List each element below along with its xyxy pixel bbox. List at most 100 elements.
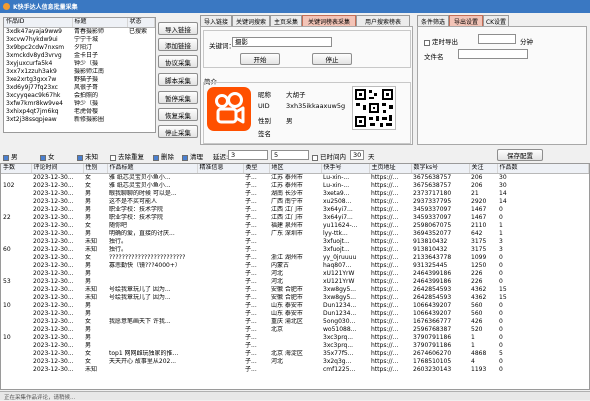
table-row[interactable]: 2023-12-30... 男 明确的爱，直接的讨厌... 子... 广东 深圳市 lyy… [1, 230, 589, 238]
table-row[interactable]: 2023-12-30... 未知 独行。 子... 3xfuojt... https://… [1, 238, 589, 246]
days-input[interactable]: 30 [350, 150, 364, 160]
dedupe-checkbox[interactable]: 去除重复 [110, 151, 144, 161]
count-input[interactable]: 5 [271, 150, 309, 160]
clear-checkbox[interactable]: 清理 [182, 151, 203, 161]
dedupe-box[interactable] [110, 154, 116, 161]
column-header[interactable]: 快手号 [321, 164, 370, 174]
delete-checkbox[interactable]: 删除 [153, 151, 174, 161]
table-row[interactable]: 2023-12-30... 男 眼我聊聊的时候 可以是... 子... 湖南 长沙市 3x… [1, 190, 589, 198]
left-col-title[interactable]: 标题 [72, 18, 128, 28]
column-header[interactable]: 作品数 [497, 164, 589, 174]
female-box[interactable] [40, 154, 46, 161]
table-row[interactable]: 102 2023-12-30... 女 雅 纸芯灵宝贝小鱼小... 子... 江苏 泰州市… [1, 182, 589, 190]
table-row[interactable]: 10 2023-12-30... 男 子... 山东 泰安市 Dun1234... http… [1, 302, 589, 310]
table-row[interactable]: 2023-12-30... 未知 号绘我章玩儿了 因为... 子... 安徽 合肥市 3x… [1, 294, 589, 302]
table-row[interactable]: 2023-12-30... 男 子... 北京 wo51088... https://..… [1, 326, 589, 334]
save-config-button[interactable]: 保存配置 [497, 149, 543, 161]
protocol-collect-button[interactable]: 协议采集 [158, 55, 198, 68]
delay-input[interactable]: 3 [228, 150, 268, 160]
column-header[interactable]: 地区 [269, 164, 322, 174]
results-table[interactable]: 手数 评论时间 性别 作品标题 精准信息 类型 地区 快手号 主页地址 数字ks号 关注 作品数 20… [0, 163, 590, 390]
unknown-box[interactable] [77, 154, 83, 161]
table-row[interactable]: 2023-12-30... 男 这不是不买可能人 子... 广西 南宁市 xu2508..… [1, 198, 589, 206]
left-table-row[interactable]: 3x9bpc2cdw7nxsm 夕阳汀 [4, 44, 155, 52]
delete-box[interactable] [153, 154, 159, 161]
stop-collect-button[interactable]: 停止采集 [158, 125, 198, 138]
column-header[interactable]: 性别 [83, 164, 108, 174]
table-cell [197, 342, 243, 350]
tab-export-settings[interactable]: 导出设置 [449, 15, 483, 26]
table-row[interactable]: 2023-12-30... 未知 号绘我章玩儿了 因为... 子... 安徽 合肥市 3x… [1, 286, 589, 294]
table-row[interactable]: 2023-12-30... 未知 子... cmf1225... https://...… [1, 366, 589, 374]
column-header[interactable]: 主页地址 [369, 164, 412, 174]
stop-button[interactable]: 停止 [312, 53, 352, 65]
add-link-button[interactable]: 添加链接 [158, 38, 198, 51]
table-cell [107, 366, 197, 374]
column-header[interactable]: 精准信息 [197, 164, 244, 174]
table-cell: 福建 泉州市 [271, 221, 303, 229]
table-row[interactable]: 2023-12-30... 女 top1 网网雌玩独家的推... 子... 北京 海淀区… [1, 350, 589, 358]
column-header[interactable]: 手数 [1, 164, 32, 174]
tab-homepage-collect[interactable]: 主页采集 [270, 15, 302, 26]
unknown-checkbox[interactable]: 未知 [77, 151, 98, 161]
left-table-row[interactable]: 3xdk47ayaja9ww9 青春摄影师 已搜索 [4, 27, 155, 36]
table-row[interactable]: 2023-12-30... 女 天天开心 故事里从202... 子... 河北 3x2q3… [1, 358, 589, 366]
table-row[interactable]: 2023-12-30... 女 雅 纸芯灵宝贝小鱼小... 子... 江苏 泰州市 Lu-… [1, 173, 589, 182]
days-checkbox[interactable]: 已时间内 [312, 151, 346, 161]
script-collect-button[interactable]: 脚本采集 [158, 73, 198, 86]
table-row[interactable]: 2023-12-30... 女 随你吧 子... 福建 泉州市 yu11624-... ht… [1, 222, 589, 230]
timed-export-box[interactable] [424, 39, 430, 46]
table-row[interactable]: 53 2023-12-30... 男 子... 河北 xU121YrW https://..… [1, 278, 589, 286]
male-box[interactable] [3, 154, 9, 161]
tab-import-link[interactable]: 导入链接 [200, 15, 232, 26]
pause-collect-button[interactable]: 暂停采集 [158, 91, 198, 104]
left-table-row[interactable]: 3xyjuxcurfa5k4 钟少（摄 [4, 60, 155, 68]
column-header[interactable]: 关注 [469, 164, 498, 174]
column-header[interactable]: 数字ks号 [411, 164, 470, 174]
start-button[interactable]: 开始 [240, 53, 280, 65]
tab-ck-settings[interactable]: CK设置 [483, 15, 509, 26]
female-checkbox[interactable]: 女 [40, 151, 55, 161]
left-table-row[interactable]: 3xhixp4qt7jm6kq 老虎骨樱 [4, 108, 155, 116]
male-checkbox[interactable]: 男 [3, 151, 18, 161]
days-box[interactable] [312, 154, 318, 161]
resume-collect-button[interactable]: 恢复采集 [158, 108, 198, 121]
left-table-row[interactable]: 3xd6y9j77fq23xc 风很子哥 [4, 84, 155, 92]
left-table-row[interactable]: 3xcyyqeac9k67hk 会拍照的 [4, 92, 155, 100]
column-header[interactable]: 作品标题 [107, 164, 198, 174]
filename-input[interactable] [458, 49, 528, 59]
table-row[interactable]: 2023-12-30... 男 子... 山东 泰安市 Dun1234... https:… [1, 310, 589, 318]
column-header[interactable]: 评论时间 [31, 164, 84, 174]
keyword-input[interactable]: 摄影 [232, 37, 332, 47]
column-header[interactable]: 类型 [243, 164, 270, 174]
table-row[interactable]: 2023-12-30... 男 寡悲勤快（镜???4000+） 子... 内蒙古 haq8… [1, 262, 589, 270]
left-col-status[interactable]: 状态 [127, 18, 155, 28]
left-table[interactable]: 作品ID 标题 状态 3xdk47ayaja9ww9 青春摄影师 已搜索 3xcvw7… [3, 17, 156, 133]
table-row[interactable]: 2023-12-30... 男 子... 3xc3prq... https://... 3… [1, 342, 589, 350]
tab-user-search-list[interactable]: 用户搜索榜表 [356, 15, 410, 26]
left-table-row[interactable]: 3xcvw7hykdw9ui 宁宁千城 [4, 36, 155, 44]
tab-condition-filter[interactable]: 条件筛选 [417, 15, 449, 26]
import-link-button[interactable]: 导入链接 [158, 22, 198, 35]
left-table-row[interactable]: 3xe2xrtg3gxx7w 野猫子摄 [4, 76, 155, 84]
table-cell: Lu-xin-... [323, 181, 350, 189]
clear-box[interactable] [182, 154, 188, 161]
table-row[interactable]: 2023-12-30... 女???????????????????????? 子.… [1, 254, 589, 262]
left-table-row[interactable]: 3xmckdv8yd3vrvg 金卡日子 [4, 52, 155, 60]
table-row[interactable]: 2023-12-30... 男 子... 河北 xU121YrW https://... 2… [1, 270, 589, 278]
table-row[interactable]: 10 2023-12-30... 男子... 3xc3prq... https://..… [1, 334, 589, 342]
table-row[interactable]: 2023-12-30... 女 我愿意笔画天下 许我... 子... 重庆 渝北区 5on… [1, 318, 589, 326]
table-row[interactable]: 22 2023-12-30... 男 职业学校：技术学院 子... 江西 江门市 3x64y… [1, 214, 589, 222]
left-table-row[interactable]: 3xfw7kmr8kw9ve4 钟少（摄 [4, 100, 155, 108]
left-table-row[interactable]: 3xt2j38ssqpjeaw 新修摄影圈 [4, 116, 155, 124]
table-row[interactable]: 2023-12-30... 男 职业学校：技术学院 子... 江西 江门市 3x64yi7… [1, 206, 589, 214]
table-row[interactable]: 60 2023-12-30... 未知 独行。 子... 3xfuojt... https:… [1, 246, 589, 254]
tab-keyword-search[interactable]: 关键词搜索 [232, 15, 270, 26]
timed-export-checkbox[interactable]: 定时导出 [424, 36, 458, 46]
tab-keyword-list-collect[interactable]: 关键词榜表采集 [302, 15, 356, 26]
left-table-row[interactable]: 3xx7x1zzuh3ak9 摄影师江南 [4, 68, 155, 76]
minutes-input[interactable] [478, 34, 516, 44]
table-cell: https://... [371, 189, 399, 197]
left-col-id[interactable]: 作品ID [4, 18, 73, 28]
table-cell: 2023-12-30... [33, 221, 74, 229]
